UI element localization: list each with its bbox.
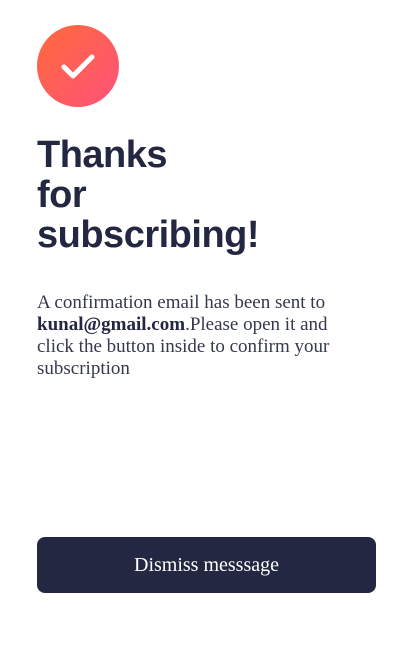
title-line-1: Thanks [37,134,168,176]
title-line-3: subscribing! [37,214,260,256]
success-card: Thanks for subscribing! A confirmation e… [0,0,411,654]
message-intro: A confirmation email has been sent to [37,292,326,313]
check-icon [61,54,95,79]
page-title: Thanks for subscribing! [37,135,297,255]
dismiss-message-button[interactable]: Dismiss messsage [37,537,376,593]
dismiss-button-label: Dismiss messsage [134,553,279,576]
title-line-2: for [37,174,87,216]
confirmation-message: A confirmation email has been sent to ku… [37,292,357,380]
success-badge [37,25,119,107]
email-address: kunal@gmail.com [37,314,186,335]
